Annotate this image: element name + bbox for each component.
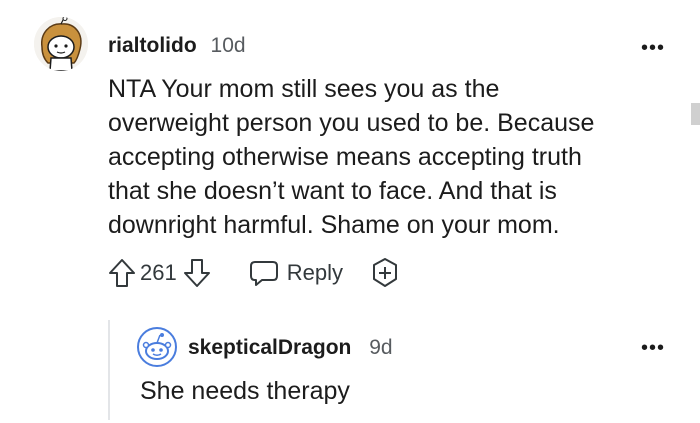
- reply-header: skepticalDragon 9d: [188, 336, 393, 360]
- comment-body: NTA Your mom still sees you as the overw…: [108, 75, 595, 239]
- scrollbar-thumb[interactable]: [691, 103, 700, 125]
- comment-bubble-icon: [249, 261, 278, 286]
- comment-actions: 261 Reply: [108, 257, 401, 289]
- vote-score: 261: [140, 260, 177, 285]
- reply-label: Reply: [286, 260, 343, 285]
- award-button[interactable]: [369, 257, 401, 289]
- user-avatar[interactable]: [34, 17, 88, 71]
- award-plus-icon: [372, 258, 397, 287]
- reply-body: She needs therapy: [140, 377, 350, 405]
- more-options-button[interactable]: •••: [641, 38, 665, 58]
- comment-age: 10d: [210, 34, 246, 57]
- thread-line[interactable]: [108, 320, 110, 420]
- reply-age: 9d: [369, 336, 393, 359]
- reply-more-options-button[interactable]: •••: [641, 338, 665, 358]
- reply-button[interactable]: Reply: [249, 259, 343, 287]
- downvote-button[interactable]: [183, 258, 211, 288]
- more-options-icon: •••: [641, 37, 666, 59]
- more-options-icon: •••: [641, 337, 666, 359]
- reply-username-link[interactable]: skepticalDragon: [188, 336, 351, 359]
- downvote-arrow-icon: [183, 259, 210, 287]
- snoo-avatar-icon: [34, 17, 88, 71]
- comment-header: rialtolido 10d: [108, 34, 246, 58]
- reply-user-avatar[interactable]: [137, 327, 177, 367]
- default-snoo-avatar-icon: [137, 327, 177, 367]
- username-link[interactable]: rialtolido: [108, 34, 197, 57]
- upvote-arrow-icon: [109, 259, 135, 287]
- upvote-button[interactable]: [108, 258, 136, 288]
